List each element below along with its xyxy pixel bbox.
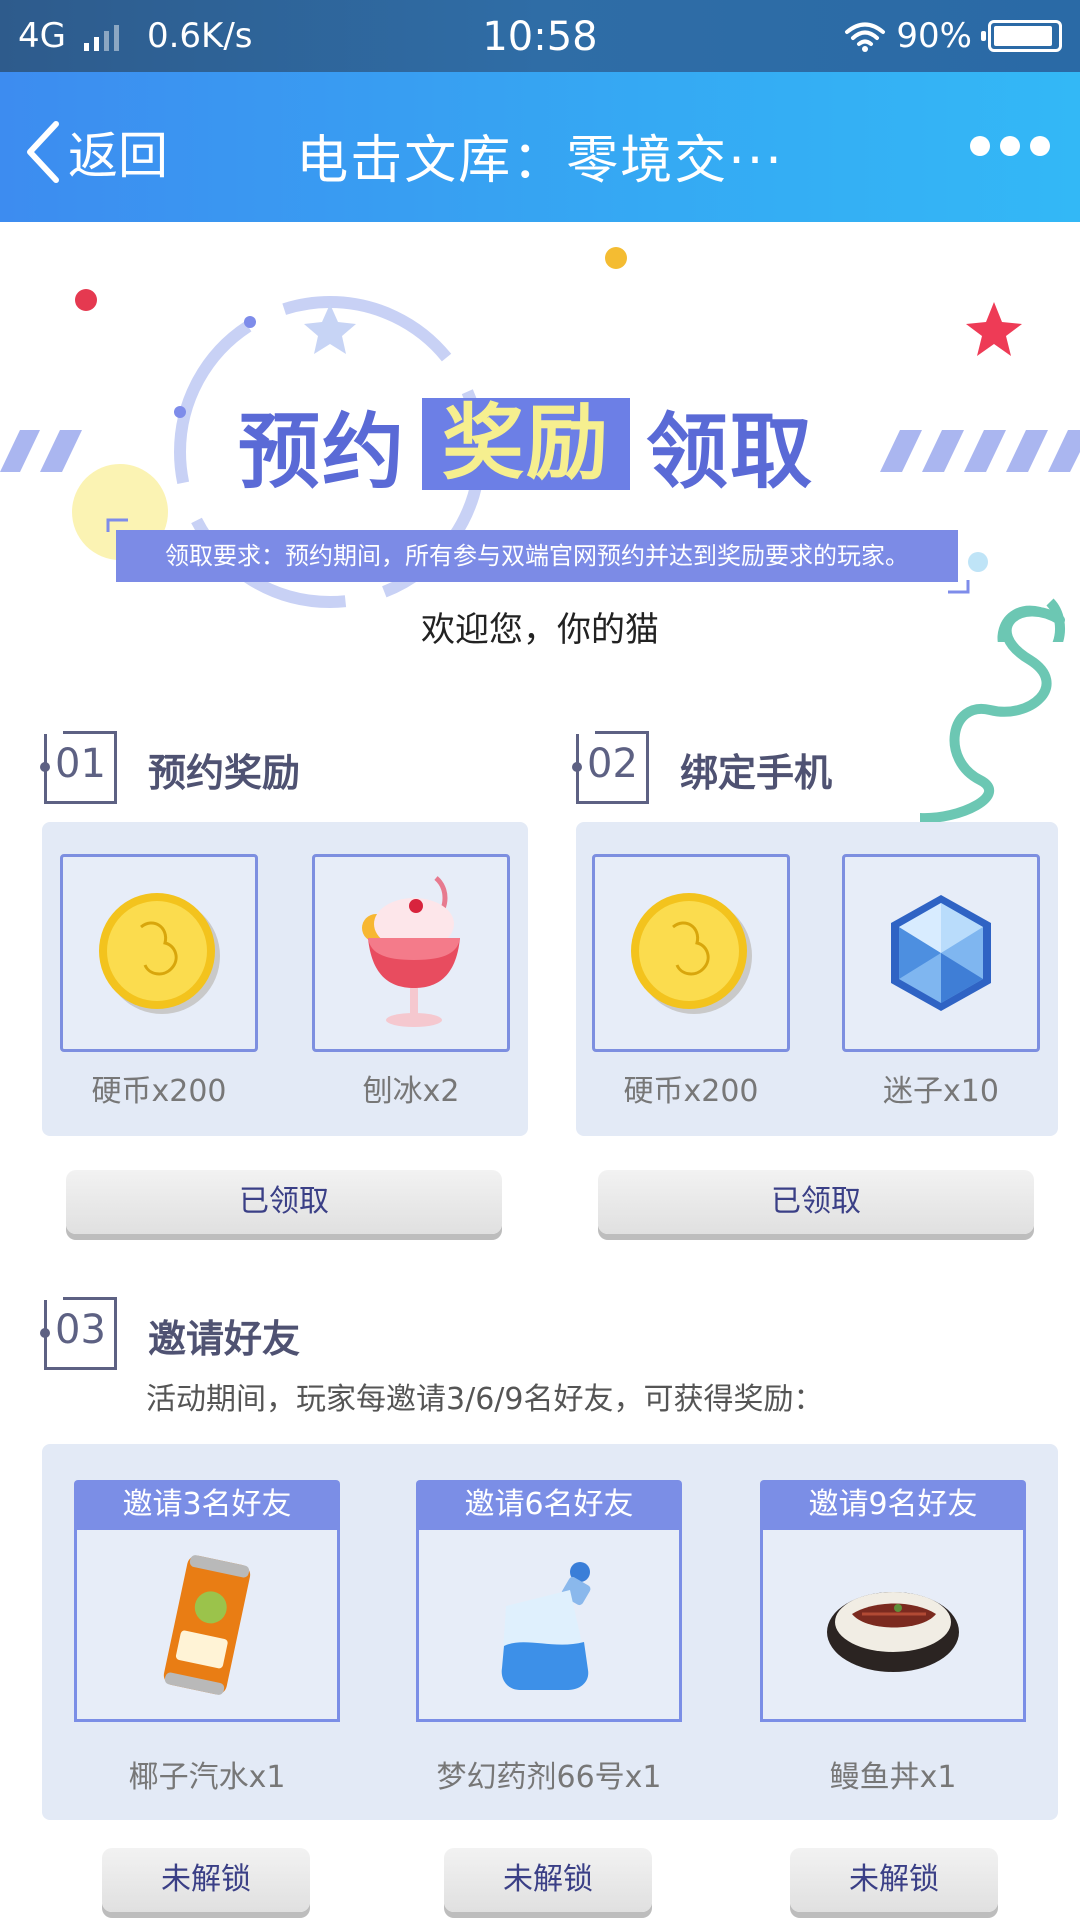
battery-icon [981,20,1062,52]
reward-icon-box [312,854,510,1052]
claimed-button[interactable]: 已领取 [598,1170,1034,1234]
reward-icon-box [592,854,790,1052]
reward-panel-bind-phone: 硬币x200 迷子x10 [576,822,1058,1136]
status-right: 90% [844,16,1062,56]
invite-icon-box [74,1530,340,1722]
section-title: 预约奖励 [148,750,301,795]
gold-coin-icon [99,893,220,1014]
reward-item: 硬币x200 [592,854,790,1110]
locked-button-6[interactable]: 未解锁 [444,1848,652,1912]
banner-title-highlight: 奖励 [422,398,631,490]
section-title: 邀请好友 [148,1316,301,1361]
more-dot [970,136,990,156]
invite-reward-name: 椰子汽水x1 [128,1760,286,1795]
section-title: 绑定手机 [680,750,833,795]
battery-percent: 90% [896,16,972,56]
banner: 预约 奖励 领取 领取要求：预约期间，所有参与双端官网预约并达到奖励要求的玩家。 [0,222,1080,642]
reward-item: 刨冰x2 [312,854,510,1110]
more-dot [1000,136,1020,156]
section-number: 03 [40,1297,117,1370]
more-button[interactable] [970,136,1050,156]
reward-name: 硬币x200 [623,1074,759,1109]
invite-card-header: 邀请3名好友 [74,1480,340,1530]
invite-panel: 邀请3名好友 椰子汽水x1 邀请6名好友 梦幻药剂66号x1 邀请9名好友 鳗鱼… [42,1444,1058,1820]
potion-bottle-icon [501,1561,591,1690]
banner-title: 预约 奖励 领取 [238,398,814,500]
claimed-button[interactable]: 已领取 [66,1170,502,1234]
locked-button-3[interactable]: 未解锁 [102,1848,310,1912]
invite-reward-name: 梦幻药剂66号x1 [436,1760,662,1795]
reward-icon-box [842,854,1040,1052]
invite-card-header: 邀请6名好友 [416,1480,682,1530]
invite-card-6: 邀请6名好友 梦幻药剂66号x1 [416,1480,682,1796]
crystal-icon [891,895,991,1011]
section-header-bind-phone: 02 绑定手机 [572,731,833,804]
section-number: 01 [40,731,117,804]
section-header-invite: 03 邀请好友 [40,1297,301,1370]
reward-item: 硬币x200 [60,854,258,1110]
section-number: 02 [572,731,649,804]
page-title: 电击文库：零境交··· [296,131,784,191]
reward-name: 硬币x200 [91,1074,227,1109]
banner-title-part1: 预约 [238,404,407,500]
locked-button-9[interactable]: 未解锁 [790,1848,998,1912]
welcome-text: 欢迎您，你的猫 [421,610,659,650]
invite-card-9: 邀请9名好友 鳗鱼丼x1 [760,1480,1026,1796]
banner-title-part2: 领取 [646,404,815,500]
invite-card-3: 邀请3名好友 椰子汽水x1 [74,1480,340,1796]
reward-panel-reservation: 硬币x200 刨冰x2 [42,822,528,1136]
gold-coin-icon [631,893,752,1014]
soda-can-icon [163,1554,251,1695]
more-dot [1030,136,1050,156]
requirement-text: 领取要求：预约期间，所有参与双端官网预约并达到奖励要求的玩家。 [116,530,958,582]
nav-bar: 返回 电击文库：零境交··· [0,72,1080,222]
reward-item: 迷子x10 [842,854,1040,1110]
invite-icon-box [760,1530,1026,1722]
section-description: 活动期间，玩家每邀请3/6/9名好友，可获得奖励： [146,1382,824,1417]
reward-name: 刨冰x2 [362,1074,460,1109]
invite-icon-box [416,1530,682,1722]
status-bar: 4G 0.6K/s 10:58 90% [0,0,1080,72]
reward-icon-box [60,854,258,1052]
eel-rice-bowl-icon [827,1591,959,1672]
section-header-reservation: 01 预约奖励 [40,731,301,804]
invite-reward-name: 鳗鱼丼x1 [829,1760,957,1795]
wifi-icon [845,22,886,52]
invite-card-header: 邀请9名好友 [760,1480,1026,1530]
shaved-ice-icon [362,876,460,1027]
reward-name: 迷子x10 [883,1074,999,1109]
